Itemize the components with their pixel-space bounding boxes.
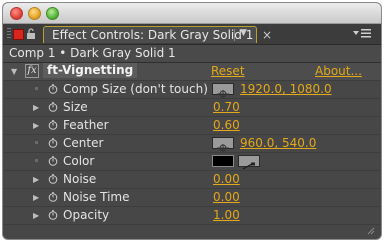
effect-controls-window: Effect Controls: Dark Gray Solid 1 ▼ × C…	[2, 2, 382, 240]
param-row-size: ▶ Size 0.70	[3, 99, 381, 117]
stopwatch-icon[interactable]	[48, 174, 58, 184]
stopwatch-icon[interactable]	[48, 192, 58, 202]
tab-close-icon[interactable]: ×	[262, 28, 272, 42]
param-indent-mark	[35, 87, 38, 90]
effect-name[interactable]: ft-Vignetting	[43, 63, 138, 78]
param-name: Color	[63, 154, 95, 168]
lock-icon[interactable]	[26, 28, 36, 39]
param-row-center: Center 960.0, 540.0	[3, 135, 381, 153]
param-row-comp-size: Comp Size (don't touch) 1920.0, 1080.0	[3, 81, 381, 99]
close-window-button[interactable]	[10, 7, 23, 20]
about-link[interactable]: About...	[315, 64, 362, 78]
zoom-window-button[interactable]	[46, 7, 59, 20]
stopwatch-icon[interactable]	[48, 102, 58, 112]
expand-triangle-icon[interactable]: ▶	[33, 211, 39, 220]
param-row-noise: ▶ Noise 0.00	[3, 171, 381, 189]
stopwatch-icon[interactable]	[48, 210, 58, 220]
param-value[interactable]: 1920.0, 1080.0	[240, 82, 332, 96]
param-name: Opacity	[63, 208, 110, 222]
param-indent-mark	[35, 159, 38, 162]
stopwatch-icon[interactable]	[48, 138, 58, 148]
param-name: Noise	[63, 172, 97, 186]
effect-property-list: ▼ fx ft-Vignetting Reset About... Comp S…	[3, 63, 381, 239]
reset-link[interactable]: Reset	[211, 64, 245, 78]
expand-triangle-icon[interactable]: ▶	[33, 121, 39, 130]
panel-menu-button[interactable]	[351, 27, 373, 40]
param-row-noise-time: ▶ Noise Time 0.00	[3, 189, 381, 207]
panel-tab-bar: Effect Controls: Dark Gray Solid 1 ▼ ×	[3, 24, 381, 45]
tab-divider	[234, 29, 235, 41]
expand-triangle-icon[interactable]: ▶	[33, 193, 39, 202]
minimize-window-button[interactable]	[28, 7, 41, 20]
point-control-crosshair-icon[interactable]	[212, 83, 234, 98]
eyedropper-icon[interactable]	[238, 155, 260, 170]
stopwatch-icon[interactable]	[48, 156, 58, 166]
param-name: Size	[63, 100, 88, 114]
panel-grip-icon[interactable]	[7, 28, 11, 40]
param-value[interactable]: 0.00	[213, 172, 240, 186]
param-name: Feather	[63, 118, 109, 132]
tab-title: Effect Controls: Dark Gray Solid 1	[52, 28, 254, 42]
panel-menu-icon	[353, 29, 371, 38]
param-name: Comp Size (don't touch)	[63, 82, 208, 96]
expand-triangle-icon[interactable]: ▶	[33, 175, 39, 184]
param-row-feather: ▶ Feather 0.60	[3, 117, 381, 135]
stopwatch-icon[interactable]	[48, 120, 58, 130]
effect-header-row[interactable]: ▼ fx ft-Vignetting Reset About...	[3, 63, 381, 81]
expand-triangle-open-icon[interactable]: ▼	[11, 67, 17, 76]
param-name: Noise Time	[63, 190, 130, 204]
param-value[interactable]: 0.00	[213, 190, 240, 204]
param-name: Center	[63, 136, 104, 150]
param-indent-mark	[35, 141, 38, 144]
panel-color-label-icon	[13, 29, 24, 40]
point-control-crosshair-icon[interactable]	[212, 137, 234, 152]
param-value[interactable]: 960.0, 540.0	[240, 136, 316, 150]
param-value[interactable]: 1.00	[213, 208, 240, 222]
param-row-opacity: ▶ Opacity 1.00	[3, 207, 381, 225]
tab-effect-controls[interactable]: Effect Controls: Dark Gray Solid 1 ▼ ×	[43, 26, 272, 43]
param-row-color: Color	[3, 153, 381, 171]
stopwatch-icon[interactable]	[48, 84, 58, 94]
fx-toggle-icon[interactable]: fx	[25, 64, 39, 78]
resize-grip-icon[interactable]	[367, 227, 375, 235]
breadcrumb: Comp 1 • Dark Gray Solid 1	[9, 46, 176, 60]
color-swatch[interactable]	[212, 155, 234, 167]
window-titlebar	[3, 3, 381, 24]
breadcrumb-bar: Comp 1 • Dark Gray Solid 1	[3, 45, 381, 63]
expand-triangle-icon[interactable]: ▶	[33, 103, 39, 112]
param-value[interactable]: 0.70	[213, 100, 240, 114]
param-value[interactable]: 0.60	[213, 118, 240, 132]
tab-dropdown-icon[interactable]: ▼	[240, 28, 247, 38]
